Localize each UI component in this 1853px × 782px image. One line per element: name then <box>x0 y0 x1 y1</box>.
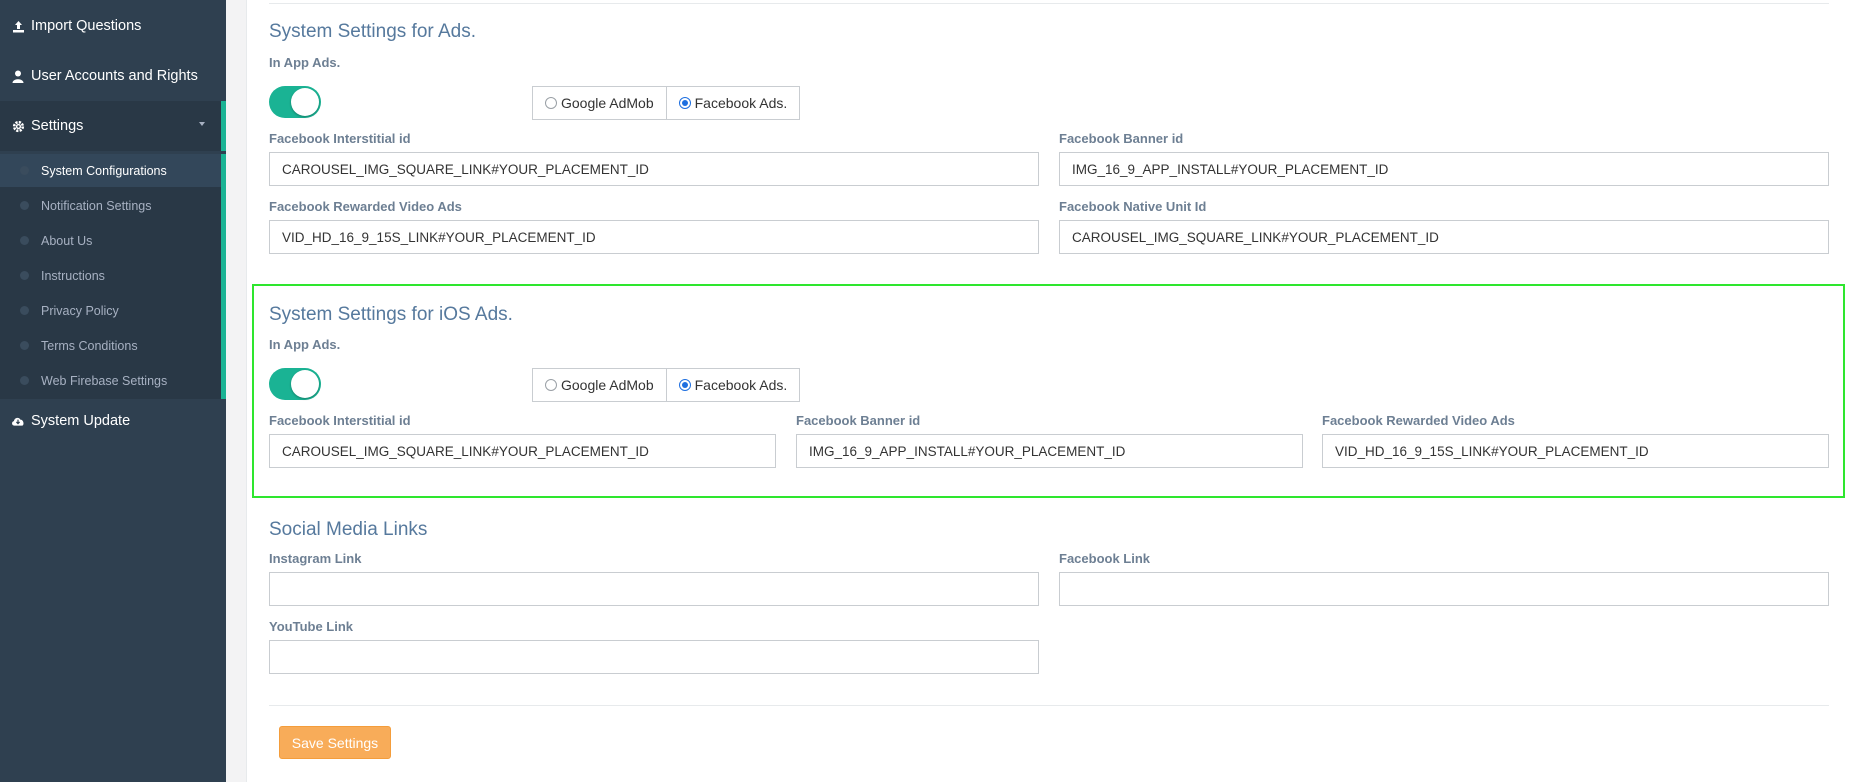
fb-native-input[interactable]: CAROUSEL_IMG_SQUARE_LINK#YOUR_PLACEMENT_… <box>1059 220 1829 254</box>
radio-google-admob[interactable]: Google AdMob <box>532 86 667 120</box>
radio-label: Facebook Ads. <box>694 95 788 111</box>
sidebar-item-instructions[interactable]: Instructions <box>0 259 221 292</box>
ios-fb-interstitial-input[interactable]: CAROUSEL_IMG_SQUARE_LINK#YOUR_PLACEMENT_… <box>269 434 776 468</box>
facebook-link-input[interactable] <box>1059 572 1829 606</box>
fb-interstitial-label: Facebook Interstitial id <box>269 131 411 146</box>
instagram-input[interactable] <box>269 572 1039 606</box>
nav-user-accounts[interactable]: User Accounts and Rights <box>0 51 226 101</box>
nav-import-questions[interactable]: Import Questions <box>0 1 226 51</box>
bullet-icon <box>20 376 29 385</box>
radio-facebook-ads[interactable]: Facebook Ads. <box>666 86 801 120</box>
toggle-knob <box>291 370 319 398</box>
chevron-down-icon <box>199 122 205 126</box>
fb-rewarded-input[interactable]: VID_HD_16_9_15S_LINK#YOUR_PLACEMENT_ID <box>269 220 1039 254</box>
radio-facebook-ads[interactable]: Facebook Ads. <box>666 368 801 402</box>
sidebar-item-web-firebase-settings[interactable]: Web Firebase Settings <box>0 364 221 397</box>
sidebar-item-label: Instructions <box>41 268 105 283</box>
radio-google-admob[interactable]: Google AdMob <box>532 368 667 402</box>
cloud-download-icon <box>11 414 25 428</box>
instagram-label: Instagram Link <box>269 551 362 566</box>
gear-icon <box>11 119 25 133</box>
bullet-icon <box>20 236 29 245</box>
radio-label: Google AdMob <box>561 95 654 111</box>
sidebar-item-label: Terms Conditions <box>41 338 138 353</box>
radio-unchecked-icon <box>545 379 557 391</box>
user-icon <box>11 69 25 83</box>
bullet-icon <box>20 201 29 210</box>
ios-in-app-ads-toggle[interactable] <box>269 368 321 400</box>
ios-fb-rewarded-label: Facebook Rewarded Video Ads <box>1322 413 1515 428</box>
sidebar-item-privacy-policy[interactable]: Privacy Policy <box>0 294 221 327</box>
bullet-icon <box>20 306 29 315</box>
fb-banner-label: Facebook Banner id <box>1059 131 1184 146</box>
youtube-label: YouTube Link <box>269 619 354 634</box>
sidebar-item-terms-conditions[interactable]: Terms Conditions <box>0 329 221 362</box>
sidebar-item-label: Notification Settings <box>41 198 152 213</box>
divider <box>269 705 1829 706</box>
nav-label: Import Questions <box>31 18 142 34</box>
nav-system-update[interactable]: System Update <box>0 396 226 446</box>
in-app-ads-toggle[interactable] <box>269 86 321 118</box>
settings-submenu: System Configurations Notification Setti… <box>0 154 226 399</box>
ios-in-app-ads-label: In App Ads. <box>269 337 341 352</box>
divider <box>269 3 1829 4</box>
sidebar-item-system-configurations[interactable]: System Configurations <box>0 154 221 187</box>
bullet-icon <box>20 341 29 350</box>
bullet-icon <box>20 166 29 175</box>
fb-native-label: Facebook Native Unit Id <box>1059 199 1207 214</box>
ios-fb-interstitial-label: Facebook Interstitial id <box>269 413 411 428</box>
ios-fb-rewarded-input[interactable]: VID_HD_16_9_15S_LINK#YOUR_PLACEMENT_ID <box>1322 434 1829 468</box>
fb-banner-input[interactable]: IMG_16_9_APP_INSTALL#YOUR_PLACEMENT_ID <box>1059 152 1829 186</box>
nav-label: Settings <box>31 118 84 134</box>
toggle-knob <box>291 88 319 116</box>
radio-unchecked-icon <box>545 97 557 109</box>
ios-ad-network-radio-group: Google AdMob Facebook Ads. <box>532 368 801 402</box>
save-settings-button[interactable]: Save Settings <box>279 726 391 759</box>
sidebar-item-label: Web Firebase Settings <box>41 373 168 388</box>
sidebar-item-label: About Us <box>41 233 93 248</box>
sidebar-item-notification-settings[interactable]: Notification Settings <box>0 189 221 222</box>
facebook-link-label: Facebook Link <box>1059 551 1151 566</box>
nav-label: User Accounts and Rights <box>31 68 198 84</box>
nav-label: System Update <box>31 413 131 429</box>
ios-fb-banner-input[interactable]: IMG_16_9_APP_INSTALL#YOUR_PLACEMENT_ID <box>796 434 1303 468</box>
radio-checked-icon <box>678 97 691 109</box>
ios-ads-section-title: System Settings for iOS Ads. <box>269 304 513 325</box>
nav-settings[interactable]: Settings <box>0 101 226 151</box>
radio-label: Google AdMob <box>561 377 654 393</box>
upload-icon <box>11 19 25 33</box>
ad-network-radio-group: Google AdMob Facebook Ads. <box>532 86 801 120</box>
youtube-input[interactable] <box>269 640 1039 674</box>
in-app-ads-label: In App Ads. <box>269 55 341 70</box>
ios-fb-banner-label: Facebook Banner id <box>796 413 921 428</box>
sidebar-item-label: Privacy Policy <box>41 303 119 318</box>
radio-label: Facebook Ads. <box>694 377 788 393</box>
sidebar-item-label: System Configurations <box>41 163 167 178</box>
fb-rewarded-label: Facebook Rewarded Video Ads <box>269 199 462 214</box>
fb-interstitial-input[interactable]: CAROUSEL_IMG_SQUARE_LINK#YOUR_PLACEMENT_… <box>269 152 1039 186</box>
radio-checked-icon <box>678 379 691 391</box>
bullet-icon <box>20 271 29 280</box>
ads-section-title: System Settings for Ads. <box>269 21 476 42</box>
social-section-title: Social Media Links <box>269 519 428 540</box>
sidebar: Import Questions User Accounts and Right… <box>0 0 226 782</box>
sidebar-item-about-us[interactable]: About Us <box>0 224 221 257</box>
